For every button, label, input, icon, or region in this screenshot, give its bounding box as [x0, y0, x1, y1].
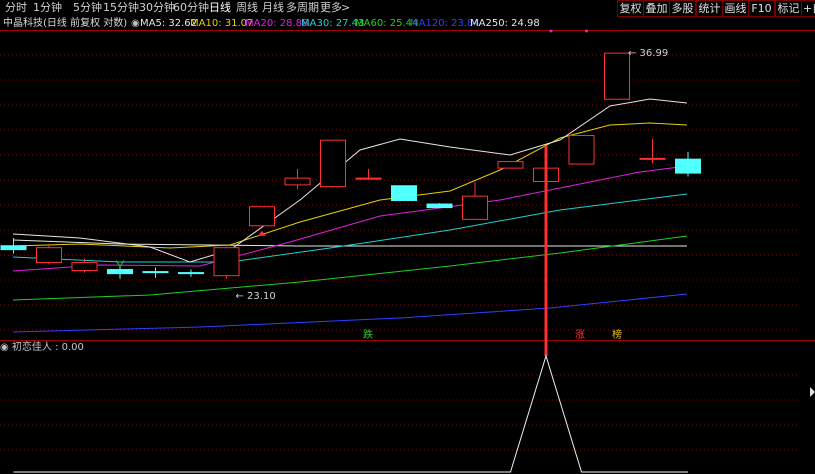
- ma20-line: [12, 165, 688, 272]
- scroll-right-icon: [810, 387, 815, 397]
- candle-body-up: [462, 195, 488, 220]
- candle-body-up: [213, 247, 240, 277]
- kline-chart: ← 36.99 ← 23.10 跌 涨 榜: [0, 29, 815, 473]
- candle-body-up: [71, 261, 98, 272]
- event-marker: 涨: [575, 329, 585, 341]
- event-marker: 榜: [612, 328, 622, 341]
- candle-body-down: [675, 158, 701, 174]
- high-price-label: ← 36.99: [628, 48, 668, 59]
- candle-body-up: [284, 177, 311, 186]
- signal-dot: [549, 29, 553, 33]
- event-marker: 跌: [363, 328, 373, 341]
- ma30-line: [12, 193, 688, 263]
- indicator-line: [13, 354, 688, 473]
- candle-body-down: [0, 245, 27, 251]
- signal-dot: [585, 29, 588, 33]
- ma5-line: [12, 98, 688, 263]
- candle-body-down: [178, 272, 204, 275]
- candle-body-up: [355, 177, 382, 180]
- candle-body-down: [142, 271, 169, 274]
- candle-body-up: [320, 139, 346, 188]
- candle-body-up: [249, 206, 275, 227]
- candle-body-up: [604, 52, 630, 100]
- candle-body-up: [639, 157, 666, 160]
- candle-body-down: [426, 203, 453, 209]
- candle-body-down: [107, 269, 133, 275]
- candle-body-up: [36, 247, 62, 263]
- candle-body-down: [391, 185, 417, 201]
- low-price-label: ← 23.10: [236, 291, 276, 302]
- candle-body-up: [497, 161, 524, 169]
- candle-body-up: [568, 135, 595, 165]
- ma120-line: [12, 293, 688, 333]
